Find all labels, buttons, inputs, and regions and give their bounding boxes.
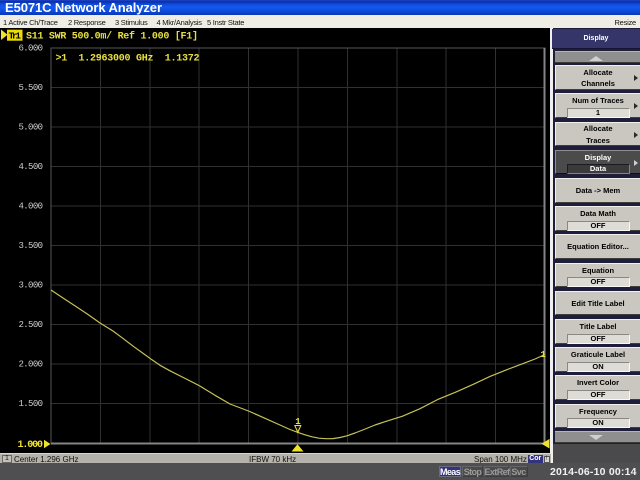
svg-text:1: 1 — [541, 350, 547, 360]
svg-text:4.000: 4.000 — [19, 202, 44, 212]
svg-text:3.500: 3.500 — [19, 241, 44, 251]
svg-text:6.000: 6.000 — [19, 44, 44, 54]
svg-text:2.500: 2.500 — [19, 320, 44, 330]
svg-text:5.000: 5.000 — [19, 123, 44, 133]
svg-text:Tr1: Tr1 — [9, 31, 22, 42]
svg-text:4.500: 4.500 — [19, 162, 44, 172]
svg-text:>1 1.2963000 GHz 1.1372: >1 1.2963000 GHz 1.1372 — [56, 53, 200, 64]
svg-text:2.000: 2.000 — [19, 360, 44, 370]
svg-text:1.000: 1.000 — [18, 440, 44, 451]
svg-text:5.500: 5.500 — [19, 83, 44, 93]
svg-text:S11 SWR 500.0m/ Ref 1.000 [F1]: S11 SWR 500.0m/ Ref 1.000 [F1] — [26, 31, 198, 43]
svg-text:1.500: 1.500 — [19, 399, 44, 409]
svg-text:3.000: 3.000 — [19, 281, 44, 291]
